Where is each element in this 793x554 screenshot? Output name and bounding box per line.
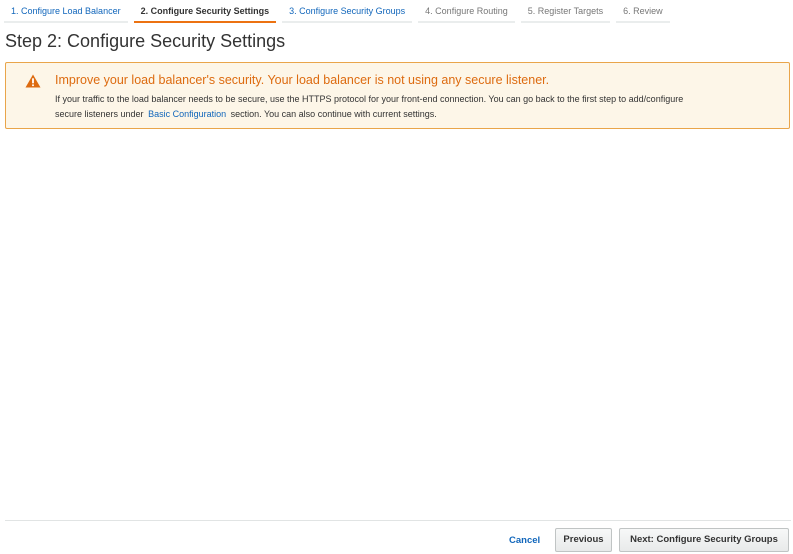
- alert-body-line-2: secure listeners under Basic Configurati…: [55, 107, 775, 122]
- alert-body: If your traffic to the load balancer nee…: [55, 92, 775, 122]
- wizard-steps: 1. Configure Load Balancer 2. Configure …: [4, 0, 676, 24]
- alert-body-prefix: secure listeners under: [55, 109, 144, 119]
- tab-review: 6. Review: [616, 0, 670, 23]
- page-title: Step 2: Configure Security Settings: [5, 31, 286, 51]
- warning-icon: [25, 74, 41, 88]
- cancel-button[interactable]: Cancel: [505, 529, 544, 553]
- tab-configure-security-groups[interactable]: 3. Configure Security Groups: [282, 0, 413, 23]
- tab-register-targets: 5. Register Targets: [520, 0, 611, 23]
- wizard-page: 1. Configure Load Balancer 2. Configure …: [0, 0, 793, 554]
- footer-divider: [5, 520, 791, 521]
- alert-body-suffix: section. You can also continue with curr…: [230, 109, 437, 119]
- basic-configuration-link[interactable]: Basic Configuration: [148, 109, 226, 119]
- security-warning-alert: Improve your load balancer's security. Y…: [5, 62, 790, 129]
- next-configure-security-groups-button[interactable]: Next: Configure Security Groups: [619, 528, 789, 552]
- previous-button[interactable]: Previous: [555, 528, 612, 552]
- alert-body-line-1: If your traffic to the load balancer nee…: [55, 94, 684, 104]
- tab-configure-security-settings[interactable]: 2. Configure Security Settings: [133, 0, 277, 23]
- alert-title: Improve your load balancer's security. Y…: [55, 73, 550, 87]
- tab-configure-routing: 4. Configure Routing: [418, 0, 515, 23]
- tab-configure-load-balancer[interactable]: 1. Configure Load Balancer: [4, 0, 128, 23]
